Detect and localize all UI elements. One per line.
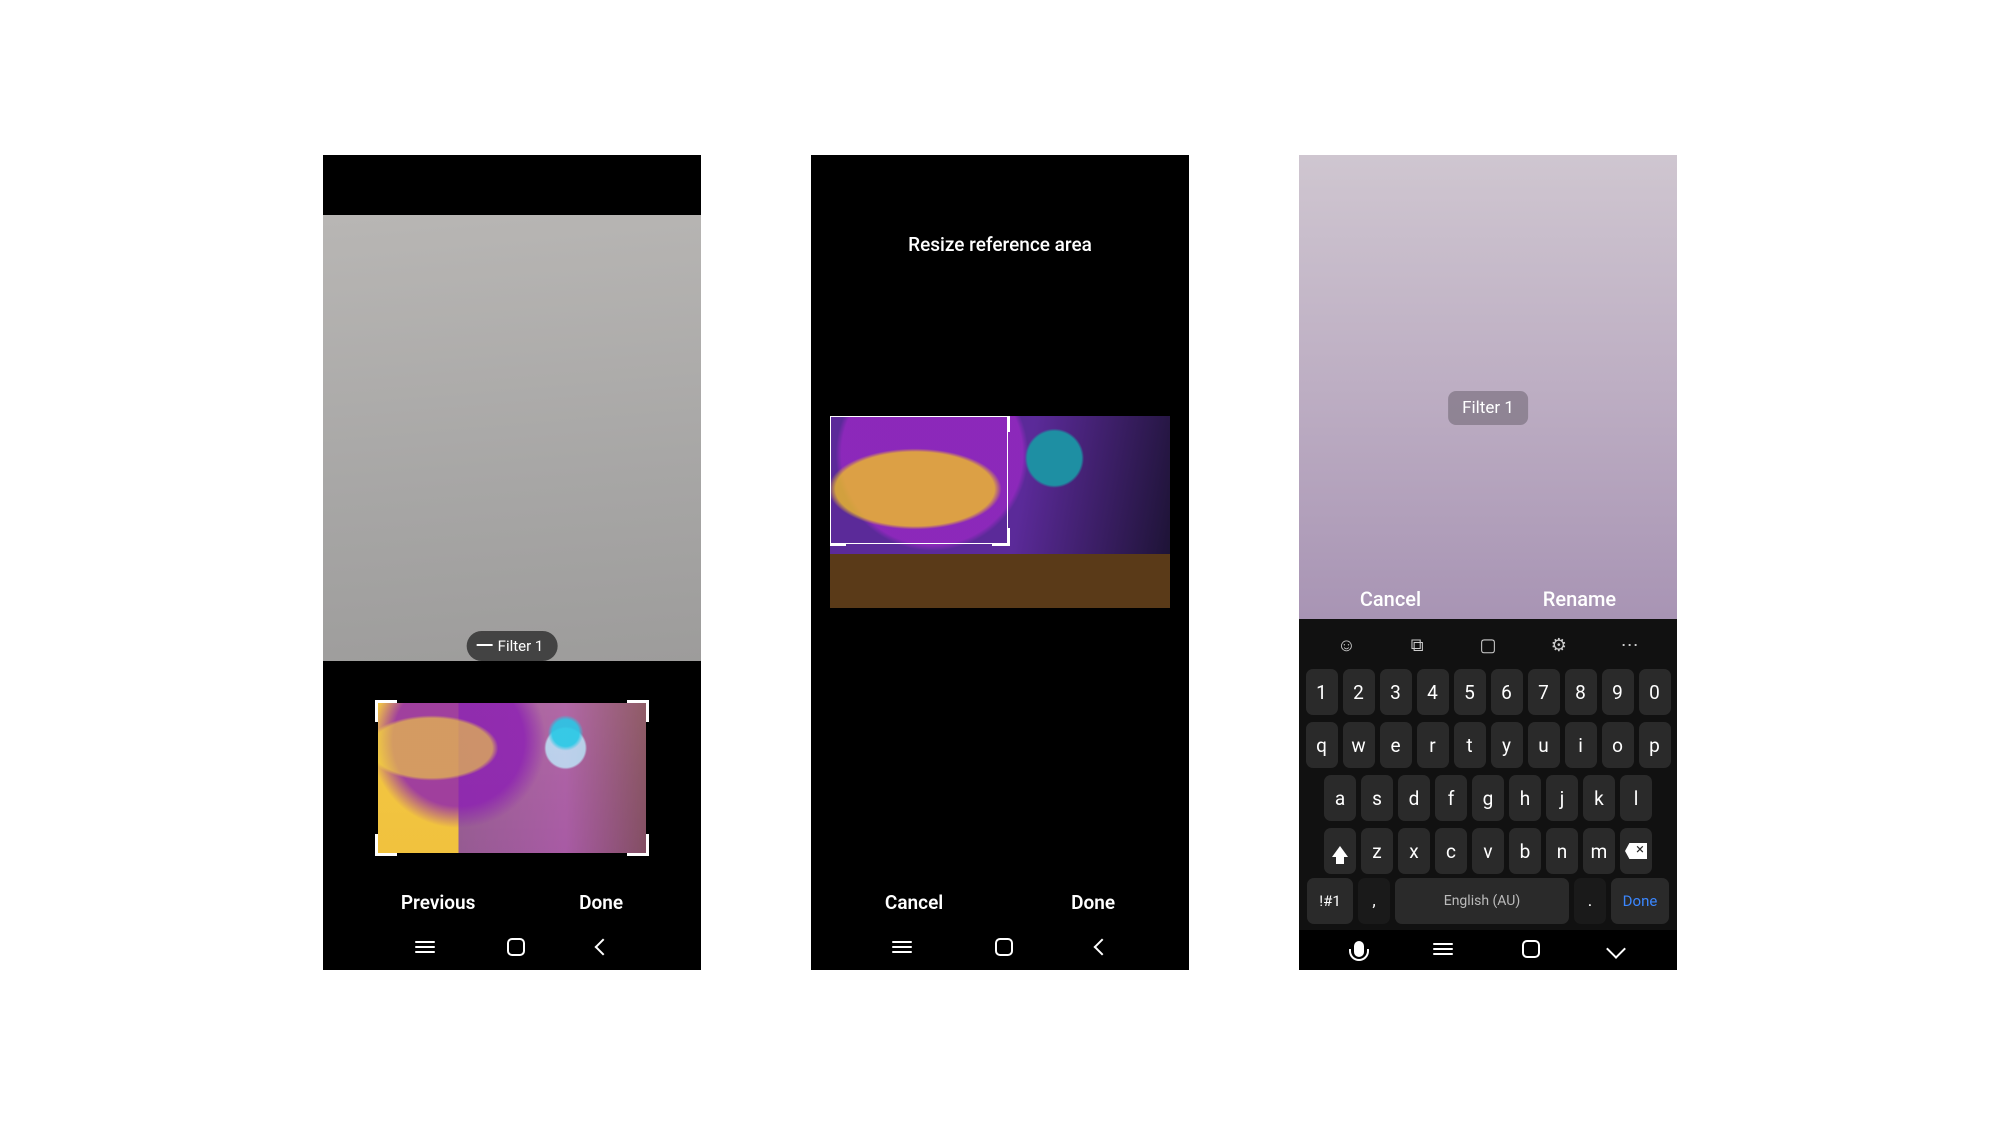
keyboard-row-3: zxcvbnm xyxy=(1307,828,1669,874)
key-g[interactable]: g xyxy=(1472,775,1504,821)
filter-name-label: Filter 1 xyxy=(498,637,544,655)
shift-key[interactable] xyxy=(1324,828,1356,874)
key-x[interactable]: x xyxy=(1398,828,1430,874)
key-e[interactable]: e xyxy=(1380,722,1412,768)
key-2[interactable]: 2 xyxy=(1343,669,1375,715)
space-key[interactable]: English (AU) xyxy=(1395,878,1569,924)
shift-icon xyxy=(1332,846,1348,857)
key-s[interactable]: s xyxy=(1361,775,1393,821)
backspace-icon xyxy=(1625,843,1647,859)
emoji-icon[interactable]: ☺ xyxy=(1332,631,1360,659)
crop-corner-icon[interactable] xyxy=(375,834,397,856)
key-i[interactable]: i xyxy=(1565,722,1597,768)
more-icon[interactable]: ⋯ xyxy=(1616,631,1644,659)
screen-3-rename-filter: Filter 1 Cancel Rename ☺ ⧉ ▢ ⚙ ⋯ 1234567… xyxy=(1299,155,1677,970)
crop-corner-icon[interactable] xyxy=(375,700,397,722)
key-u[interactable]: u xyxy=(1528,722,1560,768)
done-button[interactable]: Done xyxy=(579,891,623,914)
filter-name-input[interactable]: Filter 1 xyxy=(1448,391,1528,425)
clipboard-icon[interactable]: ▢ xyxy=(1474,631,1502,659)
page-title: Resize reference area xyxy=(811,155,1189,256)
crop-corner-icon[interactable] xyxy=(627,700,649,722)
edit-icon xyxy=(479,637,491,655)
on-screen-keyboard: ☺ ⧉ ▢ ⚙ ⋯ 1234567890 qwertyuiop asdfghjk… xyxy=(1299,619,1677,930)
key-l[interactable]: l xyxy=(1620,775,1652,821)
key-p[interactable]: p xyxy=(1639,722,1671,768)
key-4[interactable]: 4 xyxy=(1417,669,1449,715)
key-z[interactable]: z xyxy=(1361,828,1393,874)
filter-name-pill[interactable]: Filter 1 xyxy=(467,631,558,661)
key-t[interactable]: t xyxy=(1454,722,1486,768)
nav-back-icon[interactable] xyxy=(1093,939,1110,956)
symbols-key[interactable]: !#1 xyxy=(1307,878,1353,924)
done-button[interactable]: Done xyxy=(1071,891,1115,914)
key-d[interactable]: d xyxy=(1398,775,1430,821)
key-k[interactable]: k xyxy=(1583,775,1615,821)
settings-icon[interactable]: ⚙ xyxy=(1545,631,1573,659)
key-6[interactable]: 6 xyxy=(1491,669,1523,715)
reference-image[interactable] xyxy=(830,416,1170,608)
screen-1-filter-preview: Filter 1 Previous Done xyxy=(323,155,701,970)
crop-corner-icon[interactable] xyxy=(830,416,846,432)
key-7[interactable]: 7 xyxy=(1528,669,1560,715)
rename-button[interactable]: Rename xyxy=(1543,587,1616,611)
keyboard-done-key[interactable]: Done xyxy=(1611,878,1669,924)
key-n[interactable]: n xyxy=(1546,828,1578,874)
key-r[interactable]: r xyxy=(1417,722,1449,768)
filter-panel: Filter 1 Previous Done xyxy=(323,661,701,970)
android-nav-bar xyxy=(339,926,685,970)
keyboard-row-numbers: 1234567890 xyxy=(1307,669,1669,715)
nav-home-icon[interactable] xyxy=(995,938,1013,956)
android-nav-bar xyxy=(1299,930,1677,970)
nav-recents-icon[interactable] xyxy=(1433,943,1453,955)
key-q[interactable]: q xyxy=(1306,722,1338,768)
period-key[interactable]: . xyxy=(1574,878,1606,924)
cancel-button[interactable]: Cancel xyxy=(1360,587,1421,611)
backspace-key[interactable] xyxy=(1620,828,1652,874)
android-nav-bar xyxy=(811,926,1189,970)
key-a[interactable]: a xyxy=(1324,775,1356,821)
key-h[interactable]: h xyxy=(1509,775,1541,821)
crop-selection[interactable] xyxy=(830,416,1008,544)
key-y[interactable]: y xyxy=(1491,722,1523,768)
nav-hide-keyboard-icon[interactable] xyxy=(1606,939,1626,959)
key-5[interactable]: 5 xyxy=(1454,669,1486,715)
key-b[interactable]: b xyxy=(1509,828,1541,874)
key-f[interactable]: f xyxy=(1435,775,1467,821)
previous-button[interactable]: Previous xyxy=(401,891,476,914)
key-1[interactable]: 1 xyxy=(1306,669,1338,715)
mic-icon[interactable] xyxy=(1354,941,1364,957)
crop-corner-icon[interactable] xyxy=(992,416,1010,432)
screen-2-resize-reference: Resize reference area Cancel Done xyxy=(811,155,1189,970)
key-m[interactable]: m xyxy=(1583,828,1615,874)
key-0[interactable]: 0 xyxy=(1639,669,1671,715)
cancel-button[interactable]: Cancel xyxy=(885,891,943,914)
gallery-icon[interactable]: ⧉ xyxy=(1403,631,1431,659)
nav-home-icon[interactable] xyxy=(507,938,525,956)
nav-home-icon[interactable] xyxy=(1522,940,1540,958)
key-o[interactable]: o xyxy=(1602,722,1634,768)
key-3[interactable]: 3 xyxy=(1380,669,1412,715)
comma-key[interactable]: , xyxy=(1358,878,1390,924)
key-9[interactable]: 9 xyxy=(1602,669,1634,715)
key-c[interactable]: c xyxy=(1435,828,1467,874)
key-8[interactable]: 8 xyxy=(1565,669,1597,715)
nav-back-icon[interactable] xyxy=(595,939,612,956)
crop-corner-icon[interactable] xyxy=(992,528,1010,546)
key-j[interactable]: j xyxy=(1546,775,1578,821)
key-v[interactable]: v xyxy=(1472,828,1504,874)
keyboard-row-2: asdfghjkl xyxy=(1307,775,1669,821)
nav-recents-icon[interactable] xyxy=(415,941,435,953)
key-w[interactable]: w xyxy=(1343,722,1375,768)
crop-corner-icon[interactable] xyxy=(830,528,846,546)
keyboard-row-1: qwertyuiop xyxy=(1307,722,1669,768)
camera-preview xyxy=(323,215,701,661)
nav-recents-icon[interactable] xyxy=(892,941,912,953)
crop-corner-icon[interactable] xyxy=(627,834,649,856)
reference-thumbnail[interactable] xyxy=(378,703,646,853)
camera-preview: Filter 1 Cancel Rename xyxy=(1299,155,1677,619)
